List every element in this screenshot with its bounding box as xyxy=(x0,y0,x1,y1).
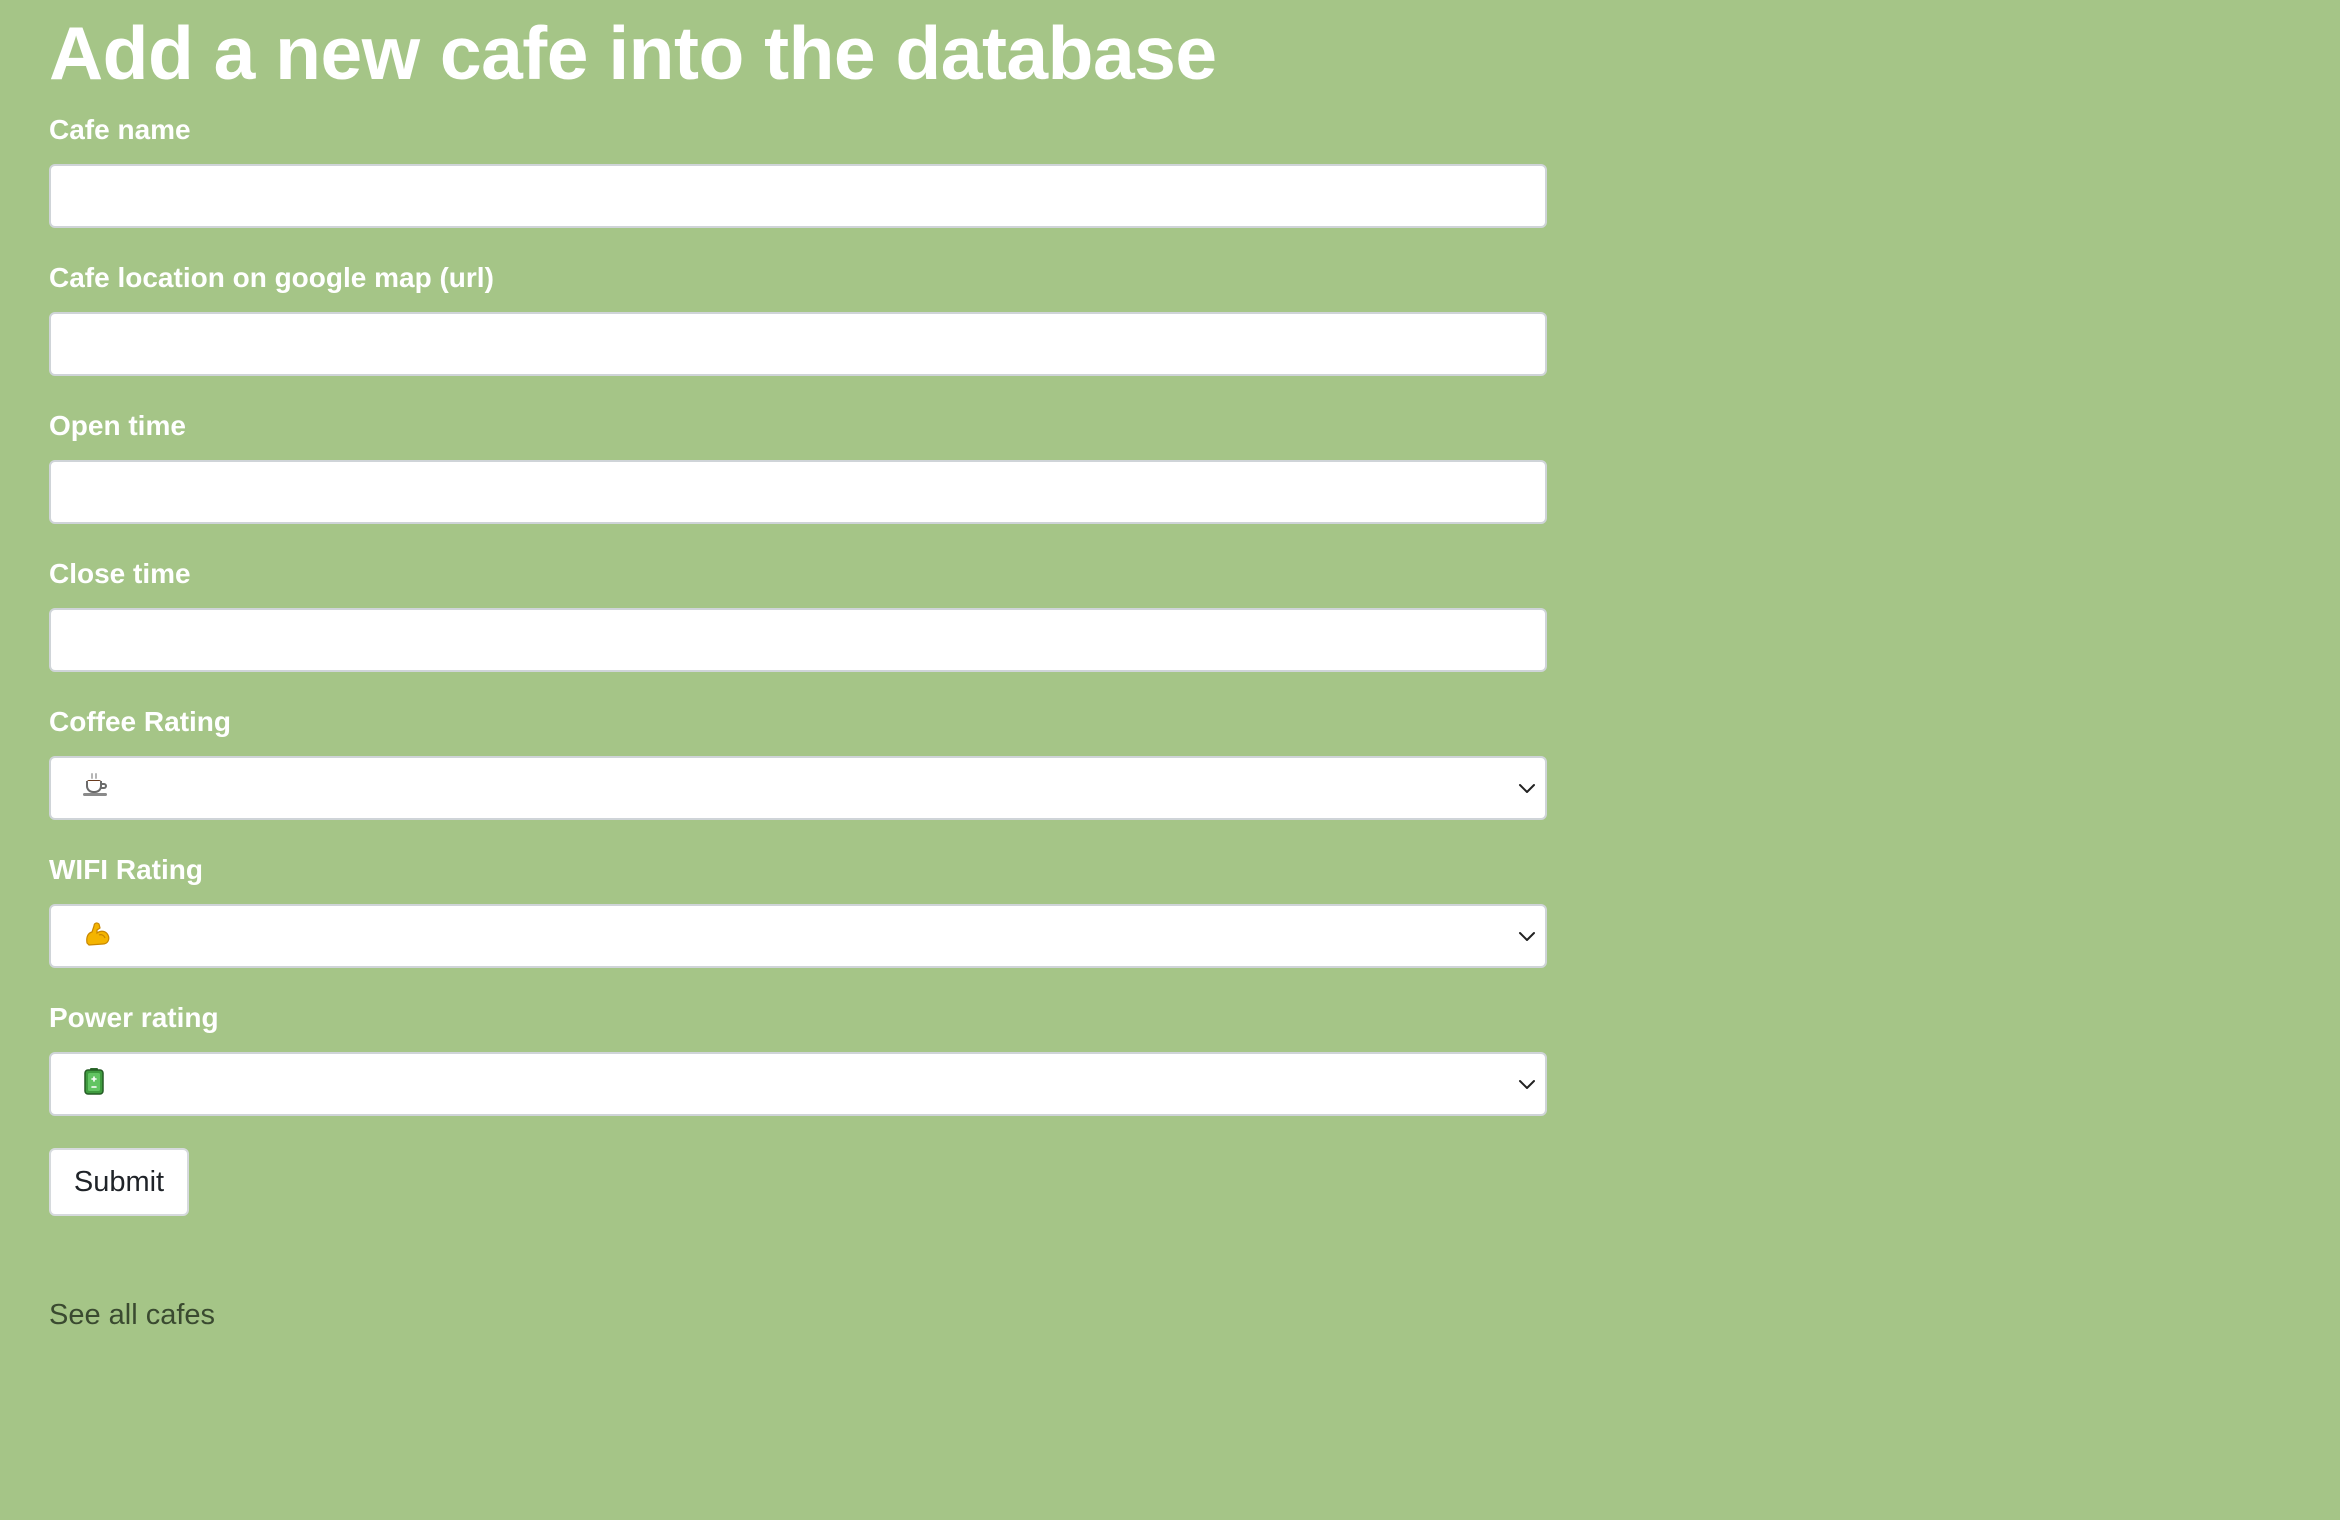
coffee-rating-group: Coffee Rating xyxy=(49,705,1547,820)
coffee-rating-selected xyxy=(83,773,111,803)
wifi-rating-select[interactable] xyxy=(49,904,1547,968)
wifi-rating-selected xyxy=(83,919,113,953)
close-time-group: Close time xyxy=(49,557,1547,672)
page-title: Add a new cafe into the database xyxy=(49,11,1217,95)
battery-icon xyxy=(84,1068,104,1095)
close-time-input[interactable] xyxy=(49,608,1547,672)
chevron-down-icon xyxy=(1519,784,1535,793)
cafe-name-label: Cafe name xyxy=(49,114,191,145)
power-rating-group: Power rating xyxy=(49,1001,1547,1116)
coffee-rating-select[interactable] xyxy=(49,756,1547,820)
submit-button[interactable]: Submit xyxy=(49,1148,189,1216)
location-group: Cafe location on google map (url) xyxy=(49,261,1547,376)
coffee-rating-label: Coffee Rating xyxy=(49,706,231,737)
add-cafe-page: Add a new cafe into the database Cafe na… xyxy=(49,0,1549,1331)
open-time-group: Open time xyxy=(49,409,1547,524)
power-rating-selected xyxy=(83,1067,105,1101)
wifi-rating-label: WIFI Rating xyxy=(49,854,203,885)
power-rating-select[interactable] xyxy=(49,1052,1547,1116)
location-label: Cafe location on google map (url) xyxy=(49,262,494,293)
open-time-input[interactable] xyxy=(49,460,1547,524)
open-time-label: Open time xyxy=(49,410,186,441)
cafe-name-group: Cafe name xyxy=(49,113,1547,228)
location-url-input[interactable] xyxy=(49,312,1547,376)
flexed-biceps-icon xyxy=(86,922,110,946)
wifi-rating-group: WIFI Rating xyxy=(49,853,1547,968)
coffee-cup-icon xyxy=(83,773,111,797)
power-rating-label: Power rating xyxy=(49,1002,219,1033)
close-time-label: Close time xyxy=(49,558,191,589)
chevron-down-icon xyxy=(1519,932,1535,941)
cafe-name-input[interactable] xyxy=(49,164,1547,228)
see-all-cafes-link[interactable]: See all cafes xyxy=(49,1299,215,1332)
chevron-down-icon xyxy=(1519,1080,1535,1089)
